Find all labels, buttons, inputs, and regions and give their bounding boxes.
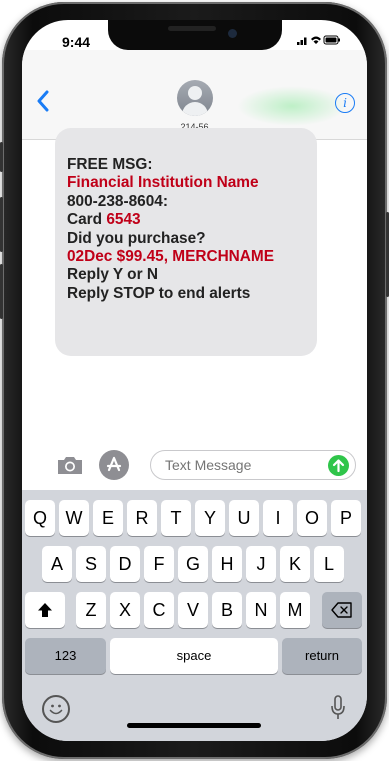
key-k[interactable]: K [280, 546, 310, 582]
shift-icon [38, 603, 52, 617]
microphone-icon[interactable] [330, 694, 346, 722]
message-bubble: FREE MSG: Financial Institution Name 800… [55, 128, 317, 356]
numbers-key[interactable]: 123 [25, 638, 106, 674]
key-p[interactable]: P [331, 500, 361, 536]
front-camera [228, 29, 237, 38]
status-time: 9:44 [62, 34, 91, 50]
speaker [168, 26, 216, 31]
phone-frame: 9:44 214-56 i FREE MSG: Financial Instit… [0, 2, 389, 759]
message-line-institution: Financial Institution Name [67, 174, 259, 192]
camera-icon[interactable] [56, 454, 84, 476]
key-c[interactable]: C [144, 592, 174, 628]
message-line: 800-238-8604: [67, 192, 168, 210]
message-line: Did you purchase? [67, 229, 206, 247]
key-r[interactable]: R [127, 500, 157, 536]
key-d[interactable]: D [110, 546, 140, 582]
contact-avatar[interactable] [177, 80, 213, 116]
key-e[interactable]: E [93, 500, 123, 536]
key-x[interactable]: X [110, 592, 140, 628]
signal-wifi-battery-icon [297, 35, 340, 45]
message-line: Reply Y or N [67, 266, 158, 284]
volume-up-button [0, 197, 3, 252]
message-line-card: Card 6543 [67, 211, 141, 229]
volume-down-button [0, 264, 3, 319]
key-w[interactable]: W [59, 500, 89, 536]
key-u[interactable]: U [229, 500, 259, 536]
key-s[interactable]: S [76, 546, 106, 582]
key-f[interactable]: F [144, 546, 174, 582]
send-button[interactable] [328, 455, 349, 476]
key-h[interactable]: H [212, 546, 242, 582]
emoji-icon[interactable] [42, 695, 70, 723]
key-q[interactable]: Q [25, 500, 55, 536]
key-m[interactable]: M [280, 592, 310, 628]
key-g[interactable]: G [178, 546, 208, 582]
back-button[interactable] [36, 88, 50, 119]
info-button[interactable]: i [335, 93, 355, 113]
return-key[interactable]: return [282, 638, 362, 674]
key-a[interactable]: A [42, 546, 72, 582]
keyboard: Q W E R T Y U I O P A S D F G H J K L Z … [22, 490, 367, 741]
compose-bar [22, 448, 367, 484]
key-o[interactable]: O [297, 500, 327, 536]
key-l[interactable]: L [314, 546, 344, 582]
key-t[interactable]: T [161, 500, 191, 536]
phone-screen: 9:44 214-56 i FREE MSG: Financial Instit… [22, 20, 367, 741]
key-n[interactable]: N [246, 592, 276, 628]
notch [108, 20, 282, 50]
conversation-header: 214-56 i [22, 50, 367, 140]
key-y[interactable]: Y [195, 500, 225, 536]
key-b[interactable]: B [212, 592, 242, 628]
message-line-transaction: 02Dec $99.45, MERCHNAME [67, 248, 274, 266]
silent-switch [0, 142, 3, 172]
space-key[interactable]: space [110, 638, 278, 674]
chevron-left-icon [37, 90, 49, 112]
key-j[interactable]: J [246, 546, 276, 582]
key-v[interactable]: V [178, 592, 208, 628]
key-i[interactable]: I [263, 500, 293, 536]
app-store-icon[interactable] [99, 450, 129, 480]
arrow-up-icon [332, 459, 345, 473]
message-line: Reply STOP to end alerts [67, 284, 251, 302]
header-glow [237, 86, 347, 126]
message-line: FREE MSG: [67, 156, 153, 173]
delete-icon [331, 602, 352, 618]
home-indicator [127, 723, 261, 728]
message-input[interactable] [150, 450, 356, 480]
delete-key[interactable] [322, 592, 362, 628]
key-z[interactable]: Z [76, 592, 106, 628]
status-icons [297, 34, 341, 49]
shift-key[interactable] [25, 592, 65, 628]
